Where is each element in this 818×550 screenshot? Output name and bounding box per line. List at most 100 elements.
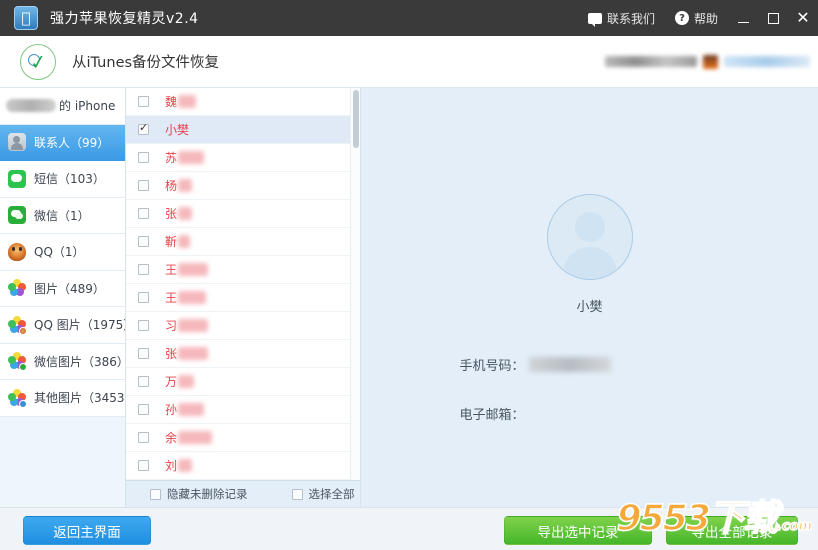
contact-row-checkbox[interactable]	[138, 460, 149, 471]
contact-row-checkbox[interactable]	[138, 208, 149, 219]
sidebar-item-wechat-photos[interactable]: 微信图片（386）	[0, 343, 125, 380]
contact-row[interactable]: 王	[126, 284, 360, 312]
contact-row-name-text: 魏	[165, 95, 178, 109]
sidebar-item-wechat[interactable]: 微信（1）	[0, 197, 125, 234]
redacted-name-part	[178, 235, 191, 248]
contact-list-panel: 魏小樊苏杨张靳王王习张万孙余刘 隐藏未删除记录 选择全部	[126, 88, 361, 507]
contact-row-checkbox[interactable]	[138, 432, 149, 443]
contact-row-name-text: 刘	[165, 459, 178, 473]
contact-row-name: 张	[165, 345, 209, 362]
contact-row-name: 孙	[165, 401, 205, 418]
sms-icon	[8, 169, 26, 188]
contact-row[interactable]: 杨	[126, 172, 360, 200]
contact-row[interactable]: 王	[126, 256, 360, 284]
contact-row-checkbox[interactable]	[138, 180, 149, 191]
device-label: 的 iPhone	[59, 99, 116, 114]
contact-us-button[interactable]: 联系我们	[578, 0, 665, 36]
contact-row-checkbox[interactable]	[138, 348, 149, 359]
sidebar-item-contacts[interactable]: 联系人（99）	[0, 124, 125, 161]
contact-row-name: 刘	[165, 457, 193, 474]
contact-row-name-text: 小樊	[165, 123, 190, 137]
contact-row[interactable]: 靳	[126, 228, 360, 256]
list-footer: 隐藏未删除记录 选择全部	[126, 480, 360, 507]
contact-row[interactable]: 余	[126, 424, 360, 452]
hide-undeleted-option[interactable]: 隐藏未删除记录	[138, 486, 248, 502]
contact-row-name-text: 习	[165, 319, 178, 333]
contact-row[interactable]: 小樊	[126, 116, 360, 144]
sidebar-item-other-photos[interactable]: 其他图片（3453）	[0, 380, 125, 417]
contact-row[interactable]: 张	[126, 200, 360, 228]
maximize-button[interactable]	[758, 0, 788, 36]
redacted-text-block	[605, 56, 697, 67]
hide-undeleted-label: 隐藏未删除记录	[167, 487, 248, 501]
contact-row[interactable]: 孙	[126, 396, 360, 424]
redacted-name-part	[178, 375, 195, 388]
redacted-phone-value	[528, 357, 611, 372]
minimize-button[interactable]	[728, 0, 758, 36]
contact-row-name-text: 万	[165, 375, 178, 389]
contact-row-name: 王	[165, 261, 209, 278]
sidebar-item-sms[interactable]: 短信（103）	[0, 161, 125, 198]
apple-glyph: 	[21, 10, 30, 26]
contact-row-name-text: 苏	[165, 151, 178, 165]
header-redacted-area	[605, 54, 810, 69]
detail-fields: 手机号码： 电子邮箱：	[460, 355, 720, 453]
contact-row-checkbox[interactable]	[138, 292, 149, 303]
contact-row-checkbox[interactable]	[138, 404, 149, 415]
qq-icon	[8, 242, 26, 261]
sidebar-item-qq-photos[interactable]: QQ 图片（1975）	[0, 307, 125, 344]
select-all-option[interactable]: 选择全部	[280, 486, 355, 502]
phone-label: 手机号码：	[459, 359, 525, 374]
contact-row[interactable]: 魏	[126, 88, 360, 116]
export-all-button[interactable]: 导出全部记录	[666, 516, 798, 545]
redacted-name-part	[178, 151, 205, 164]
sidebar-item-label: 联系人（99）	[34, 135, 110, 150]
sidebar-item-label: 图片（489）	[34, 281, 105, 296]
contact-row-checkbox[interactable]	[138, 122, 149, 135]
contact-row[interactable]: 万	[126, 368, 360, 396]
hide-undeleted-checkbox[interactable]	[150, 488, 161, 500]
email-label: 电子邮箱：	[459, 408, 525, 423]
email-field: 电子邮箱：	[460, 404, 720, 423]
redacted-name-part	[178, 319, 209, 332]
application-window:  强力苹果恢复精灵v2.4 联系我们 ? 帮助 ✕	[0, 0, 818, 550]
redacted-badge	[703, 54, 718, 69]
contact-row-checkbox[interactable]	[138, 96, 149, 107]
sidebar-item-photos[interactable]: 图片（489）	[0, 270, 125, 307]
redacted-name-part	[178, 431, 213, 444]
contact-row-name-text: 杨	[165, 179, 178, 193]
scrollbar-thumb[interactable]	[353, 90, 359, 148]
contact-row-name-text: 张	[165, 347, 178, 361]
contact-row[interactable]: 习	[126, 312, 360, 340]
export-selected-button[interactable]: 导出选中记录	[504, 516, 652, 545]
back-to-main-button[interactable]: 返回主界面	[23, 516, 151, 545]
contact-row-name: 万	[165, 373, 195, 390]
sidebar-item-label: 其他图片（3453）	[34, 391, 125, 406]
contact-row-checkbox[interactable]	[138, 264, 149, 275]
sidebar-item-device[interactable]: 的 iPhone	[0, 88, 125, 125]
help-label: 帮助	[693, 11, 718, 26]
help-button[interactable]: ? 帮助	[665, 0, 728, 36]
contact-row-name: 王	[165, 289, 207, 306]
select-all-checkbox[interactable]	[291, 488, 303, 500]
sidebar-item-qq[interactable]: QQ（1）	[0, 234, 125, 271]
contact-row-checkbox[interactable]	[138, 376, 149, 387]
contact-list: 魏小樊苏杨张靳王王习张万孙余刘	[126, 88, 360, 480]
list-scrollbar[interactable]	[350, 88, 360, 480]
contact-row[interactable]: 张	[126, 340, 360, 368]
contact-row-name-text: 王	[165, 263, 178, 277]
title-bar-actions: 联系我们 ? 帮助 ✕	[578, 0, 818, 36]
contact-row-checkbox[interactable]	[138, 236, 149, 247]
wechat-photos-icon	[8, 352, 27, 372]
sidebar-item-label: 微信（1）	[34, 208, 90, 223]
redacted-name-part	[178, 291, 207, 304]
contact-row-checkbox[interactable]	[138, 152, 149, 163]
contact-row-checkbox[interactable]	[138, 320, 149, 331]
contact-row[interactable]: 刘	[126, 452, 360, 480]
redacted-name-part	[178, 95, 197, 108]
contact-row[interactable]: 苏	[126, 144, 360, 172]
redacted-name-part	[178, 403, 205, 416]
sidebar: 的 iPhone 联系人（99） 短信（103） 微信（1） QQ（1） 图片（…	[0, 88, 126, 507]
minimize-icon	[737, 21, 749, 23]
close-button[interactable]: ✕	[788, 0, 818, 36]
